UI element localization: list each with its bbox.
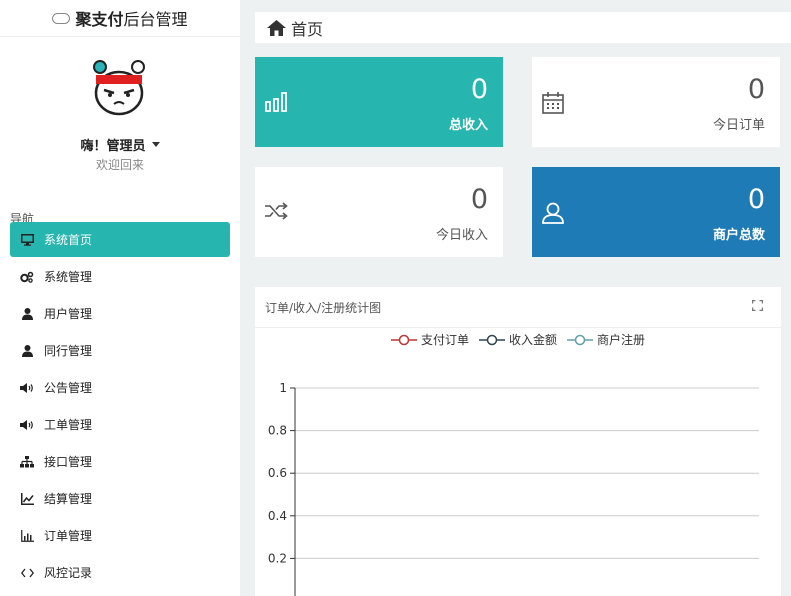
user-icon bbox=[20, 307, 34, 321]
nav-item-ticket-manage[interactable]: 工单管理 bbox=[10, 407, 230, 442]
bar-chart-icon bbox=[20, 529, 34, 543]
chart-panel: 订单/收入/注册统计图 支付订单 收入金额 商户注册 1 0.8 0.6 0.4 0.2 bbox=[255, 287, 781, 596]
user-icon bbox=[20, 344, 34, 358]
nav-item-system-manage[interactable]: 系统管理 bbox=[10, 259, 230, 294]
welcome-text: 欢迎回来 bbox=[95, 158, 144, 172]
breadcrumb: 首页 bbox=[255, 12, 791, 43]
stat-label: 总收入 bbox=[448, 118, 488, 133]
y-tick-label: 0.2 bbox=[268, 551, 287, 565]
user-icon bbox=[542, 202, 564, 228]
line-chart: 1 0.8 0.6 0.4 0.2 bbox=[268, 381, 759, 596]
gears-icon bbox=[20, 270, 34, 284]
stat-label: 今日订单 bbox=[712, 118, 765, 133]
stat-card-today-orders[interactable]: 0 今日订单 bbox=[532, 57, 780, 147]
bar-chart-icon bbox=[265, 92, 287, 116]
line-chart-icon bbox=[20, 492, 34, 506]
speaker-icon bbox=[20, 418, 34, 432]
stat-value: 0 bbox=[747, 184, 765, 215]
code-icon bbox=[20, 566, 34, 580]
cloud-icon bbox=[52, 12, 71, 24]
nav-item-user-manage[interactable]: 用户管理 bbox=[10, 296, 230, 331]
speaker-icon bbox=[20, 381, 34, 395]
stat-value: 0 bbox=[470, 74, 488, 105]
stat-value: 0 bbox=[470, 184, 488, 215]
nav-item-order-manage[interactable]: 订单管理 bbox=[10, 518, 230, 553]
stat-card-total-income[interactable]: 0 总收入 bbox=[255, 57, 503, 147]
monitor-icon bbox=[20, 233, 34, 247]
page-title: 首页 bbox=[291, 19, 324, 39]
caret-down-icon bbox=[151, 142, 160, 147]
user-menu[interactable]: 嗨！管理员 bbox=[0, 135, 240, 154]
nav-label: 订单管理 bbox=[44, 529, 93, 543]
nav-label: 风控记录 bbox=[44, 566, 93, 580]
nav-label: 系统首页 bbox=[44, 233, 93, 247]
nav-label: 接口管理 bbox=[44, 455, 93, 469]
profile: 嗨！管理员 欢迎回来 bbox=[0, 37, 240, 173]
nav-label: 结算管理 bbox=[44, 492, 93, 506]
avatar[interactable] bbox=[88, 55, 152, 119]
stat-value: 0 bbox=[747, 74, 765, 105]
nav-label: 公告管理 bbox=[44, 381, 93, 395]
nav-label: 工单管理 bbox=[44, 418, 93, 432]
sitemap-icon bbox=[20, 455, 34, 469]
calendar-icon bbox=[542, 92, 564, 118]
sidebar: 聚支付 后台管理 嗨！管理员 欢迎回来 导航 系统首页 系统管理 用户管理 同行… bbox=[0, 0, 240, 596]
nav-item-peer-manage[interactable]: 同行管理 bbox=[10, 333, 230, 368]
nav-label: 同行管理 bbox=[44, 344, 93, 358]
stat-label: 商户总数 bbox=[712, 228, 765, 243]
y-tick-label: 0.4 bbox=[268, 509, 287, 523]
nav-item-settlement-manage[interactable]: 结算管理 bbox=[10, 481, 230, 516]
nav-menu: 系统首页 系统管理 用户管理 同行管理 公告管理 工单管理 接口管理 结算管理 … bbox=[10, 222, 230, 592]
brand-rest: 后台管理 bbox=[123, 10, 188, 29]
nav-label: 系统管理 bbox=[44, 270, 93, 284]
y-tick-label: 0.8 bbox=[268, 424, 287, 438]
y-tick-label: 1 bbox=[279, 381, 287, 395]
y-tick-label: 0.6 bbox=[268, 466, 287, 480]
shuffle-icon bbox=[265, 202, 289, 224]
nav-item-notice-manage[interactable]: 公告管理 bbox=[10, 370, 230, 405]
user-name: 嗨！管理员 bbox=[80, 139, 146, 154]
nav-item-system-home[interactable]: 系统首页 bbox=[10, 222, 230, 257]
stat-label: 今日收入 bbox=[435, 228, 488, 243]
home-icon[interactable] bbox=[267, 19, 286, 36]
stat-card-today-income[interactable]: 0 今日收入 bbox=[255, 167, 503, 257]
stat-card-merchant-total[interactable]: 0 商户总数 bbox=[532, 167, 780, 257]
nav-item-risk-records[interactable]: 风控记录 bbox=[10, 555, 230, 590]
brand-header[interactable]: 聚支付 后台管理 bbox=[0, 0, 240, 36]
brand-bold: 聚支付 bbox=[75, 10, 124, 29]
nav-label: 用户管理 bbox=[44, 307, 93, 321]
nav-item-api-manage[interactable]: 接口管理 bbox=[10, 444, 230, 479]
